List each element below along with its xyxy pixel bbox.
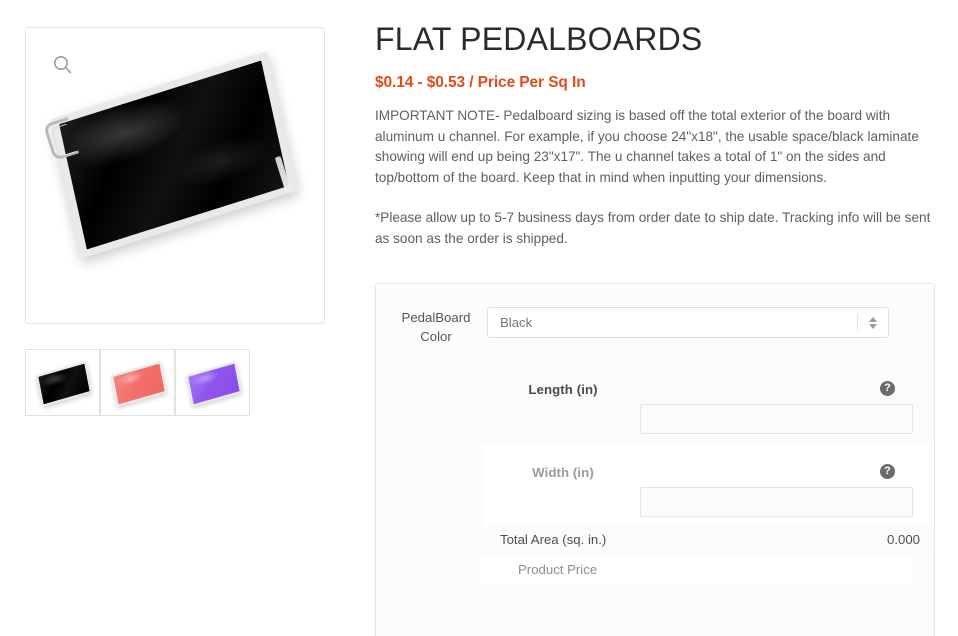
width-input[interactable] <box>640 487 913 517</box>
thumbnail-surface <box>113 363 165 405</box>
color-option-row: PedalBoard Color Black <box>376 284 934 360</box>
thumbnail-black[interactable] <box>25 349 100 416</box>
pedalboard-body <box>49 51 299 259</box>
product-options-form: PedalBoard Color Black Length (in) ? Wid… <box>375 283 935 636</box>
length-help-icon[interactable]: ? <box>880 381 895 396</box>
product-price-label: Product Price <box>518 562 598 577</box>
color-label-line-1: PedalBoard <box>401 310 471 325</box>
color-label-line-2: Color <box>420 329 452 344</box>
thumbnail-board-black <box>35 361 93 407</box>
pedalboard-surface <box>59 60 289 250</box>
total-area-value: 0.000 <box>886 532 920 547</box>
chevron-up-icon <box>869 316 877 322</box>
width-label: Width (in) <box>532 465 594 480</box>
product-description-shipping: *Please allow up to 5-7 business days fr… <box>375 210 931 246</box>
pedalboard-color-label: PedalBoard Color <box>390 308 482 346</box>
thumbnail-list <box>25 349 325 416</box>
total-area-row: Total Area (sq. in.) 0.000 <box>376 526 934 555</box>
thumbnail-surface <box>38 363 90 405</box>
chevron-down-icon <box>869 323 877 329</box>
pedalboard-color-select[interactable]: Black <box>487 307 889 338</box>
product-description-note: IMPORTANT NOTE- Pedalboard sizing is bas… <box>375 107 919 186</box>
width-option-row: Width (in) ? <box>376 443 934 526</box>
thumbnail-board-coral <box>110 361 168 407</box>
main-product-image[interactable] <box>25 27 325 324</box>
thumbnail-purple[interactable] <box>175 349 250 416</box>
length-option-row: Length (in) ? <box>376 360 934 443</box>
product-page: FLAT PEDALBOARDS $0.14 - $0.53 / Price P… <box>0 0 958 636</box>
width-help-icon[interactable]: ? <box>880 464 895 479</box>
product-gallery <box>25 27 325 416</box>
price-range: $0.14 - $0.53 / Price Per Sq In <box>375 73 586 91</box>
product-details: FLAT PEDALBOARDS $0.14 - $0.53 / Price P… <box>375 21 935 250</box>
total-area-label: Total Area (sq. in.) <box>500 532 607 547</box>
color-select-value: Black <box>500 315 533 330</box>
product-price-row: Product Price <box>376 555 934 585</box>
length-label: Length (in) <box>528 382 598 397</box>
page-title: FLAT PEDALBOARDS <box>375 21 703 57</box>
thumbnail-board-purple <box>185 361 243 407</box>
chevron-updown-icon[interactable] <box>858 316 888 329</box>
thumbnail-coral[interactable] <box>100 349 175 416</box>
length-input[interactable] <box>640 404 913 434</box>
search-icon[interactable] <box>52 54 74 76</box>
thumbnail-surface <box>188 363 240 405</box>
